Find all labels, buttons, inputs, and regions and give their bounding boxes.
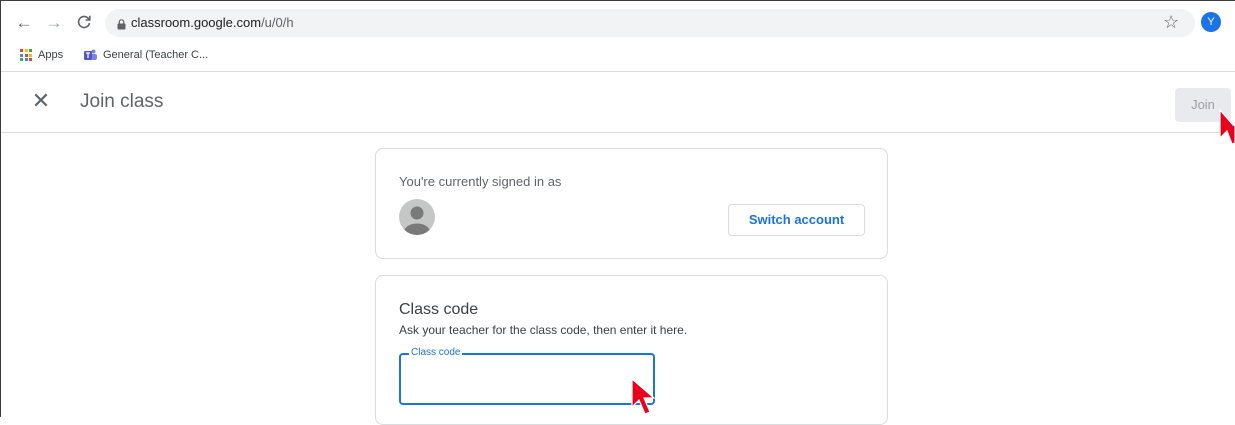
address-bar[interactable]: classroom.google.com/u/0/h <box>105 9 1195 37</box>
browser-toolbar: ← → classroom.google.com/u/0/h ☆ Y <box>1 1 1235 43</box>
forward-arrow-icon[interactable]: → <box>45 14 63 32</box>
close-icon[interactable]: ✕ <box>29 89 53 113</box>
cursor-arrow-icon <box>1219 108 1235 145</box>
url-host: classroom.google.com <box>131 15 262 30</box>
back-arrow-icon[interactable]: ← <box>15 14 33 32</box>
class-code-field-label: Class code <box>409 346 463 360</box>
profile-avatar[interactable]: Y <box>1201 12 1221 32</box>
bookmarks-bar: Apps General (Teacher C... <box>1 43 1235 72</box>
bookmark-star-icon[interactable]: ☆ <box>1163 12 1179 32</box>
page-title: Join class <box>80 91 164 112</box>
switch-account-button[interactable]: Switch account <box>728 204 865 236</box>
apps-grid-icon <box>20 49 32 61</box>
join-class-header: ✕ Join class Join <box>1 72 1235 133</box>
class-code-instructions: Ask your teacher for the class code, the… <box>399 323 688 337</box>
bookmark-teams[interactable]: General (Teacher C... <box>83 49 208 61</box>
teams-icon <box>83 49 97 61</box>
cursor-arrow-icon <box>631 377 656 415</box>
account-avatar <box>399 199 435 235</box>
signed-in-label: You're currently signed in as <box>399 174 562 189</box>
class-code-heading: Class code <box>399 301 479 318</box>
reload-icon[interactable] <box>75 14 93 32</box>
url-text: classroom.google.com/u/0/h <box>131 15 294 30</box>
bookmark-apps[interactable]: Apps <box>20 49 63 61</box>
class-code-input[interactable]: Class code <box>399 346 655 405</box>
bookmark-label: Apps <box>38 49 64 61</box>
account-card: You're currently signed in as Switch acc… <box>375 148 888 259</box>
url-path: /u/0/h <box>261 15 294 30</box>
bookmark-label: General (Teacher C... <box>103 49 209 61</box>
lock-icon <box>117 17 126 35</box>
